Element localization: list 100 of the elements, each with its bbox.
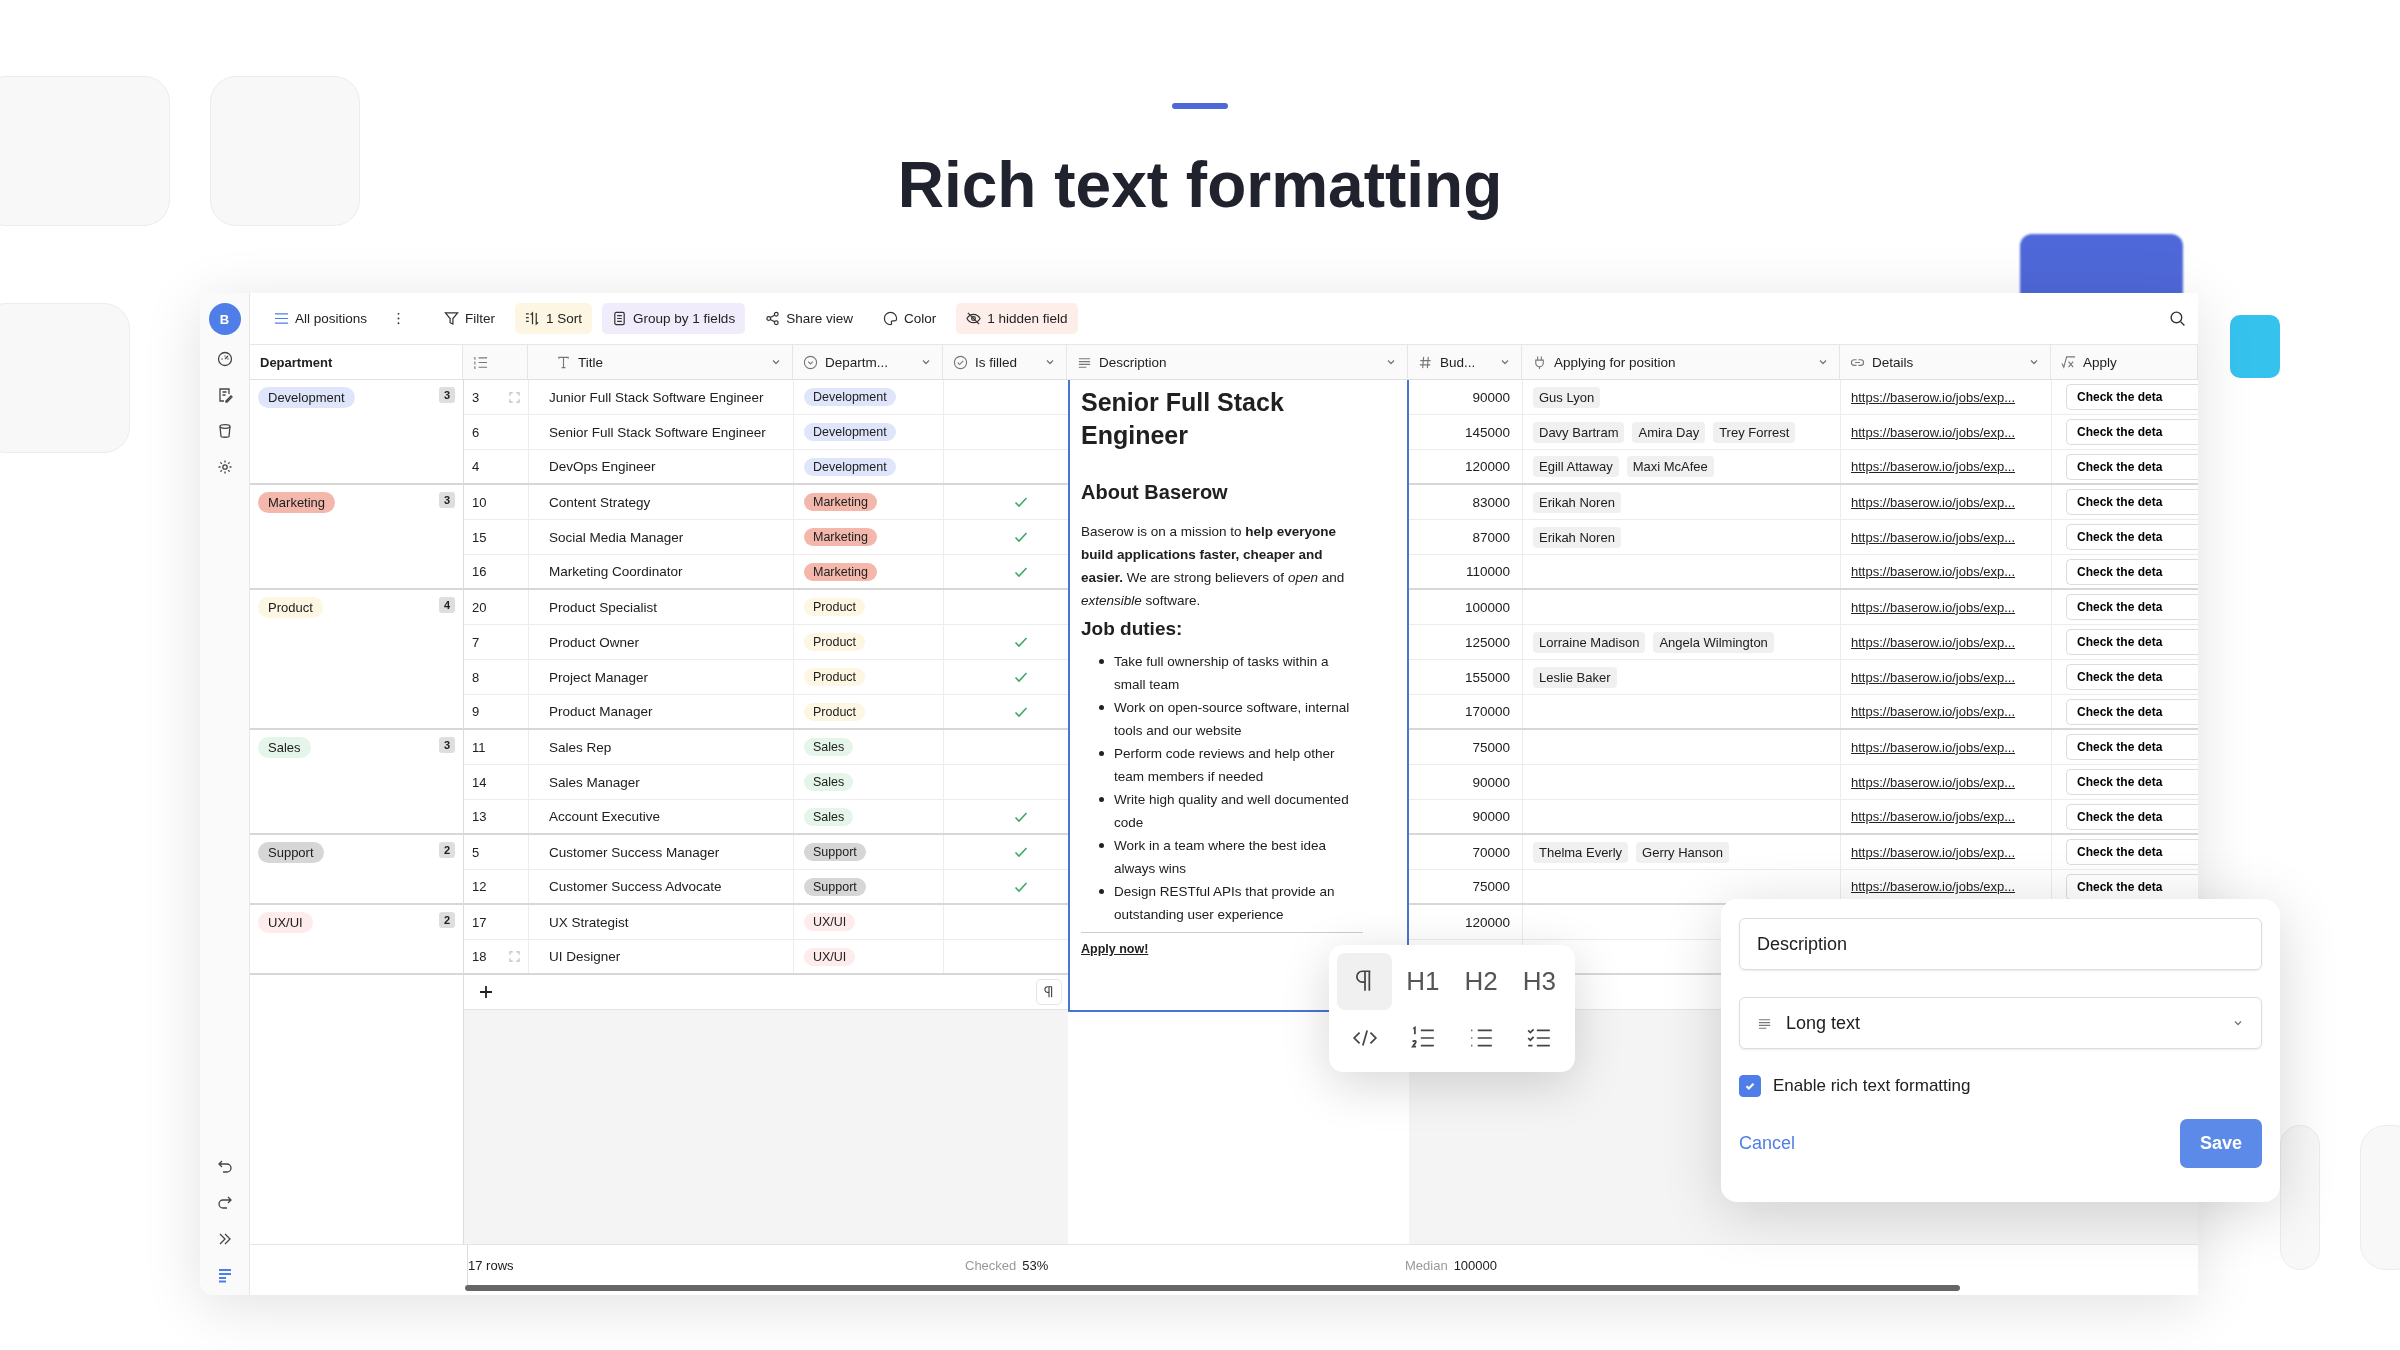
- cancel-button[interactable]: Cancel: [1739, 1129, 1796, 1158]
- applicant-chip[interactable]: Lorraine Madison: [1533, 631, 1646, 653]
- format-button[interactable]: [1337, 953, 1393, 1010]
- column-label: Bud...: [1440, 354, 1477, 370]
- details-link[interactable]: https://baserow.io/jobs/exp...: [1851, 494, 2016, 510]
- table-cell: Social Media Manager: [549, 529, 684, 545]
- details-link[interactable]: https://baserow.io/jobs/exp...: [1851, 704, 2016, 719]
- table-cell: Senior Full Stack Software Engineer: [549, 424, 766, 440]
- redo-icon[interactable]: [216, 1195, 233, 1211]
- applicant-chip[interactable]: Thelma Everly: [1533, 841, 1629, 863]
- rich-text-editor[interactable]: [1068, 380, 1409, 1012]
- details-link[interactable]: https://baserow.io/jobs/exp...: [1851, 599, 2016, 615]
- gauge-icon[interactable]: [216, 351, 233, 367]
- applicant-chip[interactable]: Gerry Hanson: [1636, 841, 1729, 863]
- list-item: Work in a team where the best idea always wins: [1114, 837, 1328, 878]
- department-tag: Support: [804, 877, 866, 896]
- apply-button[interactable]: Check the deta: [2066, 419, 2198, 445]
- applicant-chip[interactable]: Angela Wilmington: [1653, 631, 1774, 653]
- filter-icon: [444, 311, 460, 326]
- apply-link[interactable]: Apply now!: [1081, 942, 1149, 956]
- applicant-chip[interactable]: Trey Forrest: [1713, 421, 1796, 443]
- toolbar-button[interactable]: 1 hidden field: [956, 303, 1078, 334]
- apply-button[interactable]: Check the deta: [2066, 839, 2198, 865]
- avatar[interactable]: B: [208, 303, 241, 335]
- details-link[interactable]: https://baserow.io/jobs/exp...: [1851, 739, 2016, 755]
- toolbar-button[interactable]: Share view: [755, 303, 863, 334]
- apply-button[interactable]: Check the deta: [2066, 769, 2198, 795]
- apply-button[interactable]: Check the deta: [2066, 873, 2198, 900]
- footer-value: 100000: [1453, 1257, 1498, 1273]
- applicant-chip[interactable]: Maxi McAfee: [1626, 456, 1714, 477]
- table-cell: Product Owner: [549, 634, 640, 650]
- table-cell: 145000: [1464, 424, 1510, 440]
- details-link[interactable]: https://baserow.io/jobs/exp...: [1851, 809, 2016, 824]
- toolbar-button[interactable]: 1 Sort: [515, 303, 593, 334]
- apply-button[interactable]: Check the deta: [2066, 524, 2198, 550]
- apply-button[interactable]: Check the deta: [2066, 698, 2198, 725]
- department-tag: Development: [804, 388, 896, 406]
- toolbar-button[interactable]: Group by 1 fields: [602, 303, 746, 334]
- toolbar-button[interactable]: Filter: [434, 303, 506, 334]
- document-edit-icon[interactable]: [216, 387, 233, 403]
- cylinder-icon[interactable]: [216, 423, 233, 439]
- search-icon[interactable]: [2169, 310, 2186, 327]
- add-icon[interactable]: [478, 984, 494, 1000]
- details-link[interactable]: https://baserow.io/jobs/exp...: [1851, 389, 2016, 405]
- details-link[interactable]: https://baserow.io/jobs/exp...: [1851, 459, 2016, 474]
- apply-button[interactable]: Check the deta: [2066, 384, 2198, 410]
- table-cell: Sales Manager: [549, 774, 640, 790]
- details-link[interactable]: https://baserow.io/jobs/exp...: [1851, 634, 2016, 650]
- apply-button[interactable]: Check the deta: [2066, 664, 2198, 690]
- apply-button[interactable]: Check the deta: [2066, 594, 2198, 620]
- details-link[interactable]: https://baserow.io/jobs/exp...: [1851, 564, 2016, 579]
- checkbox[interactable]: [1739, 1075, 1761, 1097]
- column-header[interactable]: Is filled: [943, 345, 1067, 379]
- apply-button[interactable]: Check the deta: [2066, 629, 2198, 655]
- list-item: Design RESTful APIs that provide an outstanding user experience: [1114, 883, 1336, 924]
- applicant-chip[interactable]: Erikah Noren: [1533, 526, 1621, 548]
- apply-button[interactable]: Check the deta: [2066, 803, 2198, 830]
- column-header[interactable]: Title: [528, 345, 793, 379]
- details-link[interactable]: https://baserow.io/jobs/exp...: [1851, 844, 2016, 860]
- format-button[interactable]: H2: [1453, 953, 1509, 1010]
- applicant-chip[interactable]: Leslie Baker: [1533, 666, 1617, 688]
- column-header[interactable]: Departm...: [793, 345, 943, 379]
- table-cell: Product Specialist: [549, 599, 658, 615]
- column-header[interactable]: Apply: [2051, 345, 2198, 379]
- view-button[interactable]: All positions: [264, 303, 378, 334]
- column-header[interactable]: Bud...: [1408, 345, 1522, 379]
- applicant-chip[interactable]: Egill Attaway: [1533, 456, 1619, 477]
- applicant-chip[interactable]: Gus Lyon: [1533, 386, 1601, 408]
- apply-button[interactable]: Check the deta: [2066, 453, 2198, 480]
- details-link[interactable]: https://baserow.io/jobs/exp...: [1851, 669, 2016, 685]
- toolbar-button[interactable]: Color: [872, 303, 947, 334]
- column-header[interactable]: Applying for position: [1522, 345, 1840, 379]
- applicant-chip[interactable]: Davy Bartram: [1533, 421, 1625, 443]
- table-cell: Product Manager: [549, 704, 653, 719]
- details-link[interactable]: https://baserow.io/jobs/exp...: [1851, 774, 2016, 790]
- applicant-chip[interactable]: Erikah Noren: [1533, 491, 1621, 513]
- group-count: 2: [438, 842, 455, 858]
- field-type-dropdown[interactable]: Long text: [1739, 997, 2262, 1049]
- apply-button[interactable]: Check the deta: [2066, 489, 2198, 515]
- details-link[interactable]: https://baserow.io/jobs/exp...: [1851, 424, 2016, 440]
- undo-icon[interactable]: [216, 1159, 233, 1175]
- column-header[interactable]: Details: [1840, 345, 2051, 379]
- list-icon[interactable]: [216, 1267, 233, 1283]
- format-button[interactable]: H3: [1511, 953, 1567, 1010]
- column-header[interactable]: Description: [1067, 345, 1408, 379]
- paragraph-button[interactable]: [1036, 979, 1062, 1005]
- table-cell: 87000: [1472, 529, 1510, 545]
- table-cell: 170000: [1464, 704, 1510, 719]
- details-link[interactable]: https://baserow.io/jobs/exp...: [1851, 879, 2016, 894]
- apply-button[interactable]: Check the deta: [2066, 558, 2198, 585]
- applicant-chip[interactable]: Amira Day: [1632, 421, 1706, 443]
- settings-icon[interactable]: [216, 459, 233, 475]
- field-name-input[interactable]: Description: [1739, 918, 2262, 970]
- group-count: 4: [438, 597, 455, 613]
- table-cell: 90000: [1472, 809, 1510, 824]
- scrollbar-thumb[interactable]: [465, 1285, 1960, 1291]
- format-button[interactable]: H1: [1395, 953, 1451, 1010]
- apply-button[interactable]: Check the deta: [2066, 734, 2198, 760]
- column-header[interactable]: Department: [250, 345, 463, 379]
- details-link[interactable]: https://baserow.io/jobs/exp...: [1851, 529, 2016, 545]
